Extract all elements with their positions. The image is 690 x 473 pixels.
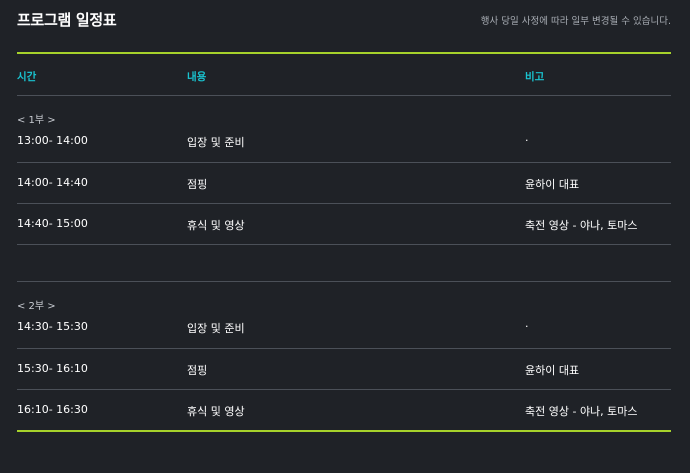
section-label-part1: < 1부 >: [17, 96, 671, 126]
time-cell: 16:10- 16:30: [17, 403, 88, 416]
column-header-content: 내용: [187, 71, 207, 83]
table-row: 16:10- 16:30 휴식 및 영상 축전 영상 - 야나, 토마스: [17, 390, 671, 430]
content-cell: 점핑: [187, 364, 208, 377]
content-cell: 입장 및 준비: [187, 136, 245, 149]
table-row: 14:00- 14:40 점핑 윤하이 대표: [17, 163, 671, 203]
time-cell: 14:40- 15:00: [17, 217, 88, 230]
bottom-accent-divider: [17, 430, 671, 432]
column-header-note: 비고: [525, 71, 545, 83]
note-cell: 축전 영상 - 야나, 토마스: [525, 219, 638, 232]
note-cell: ·: [525, 134, 529, 147]
change-notice: 행사 당일 사정에 따라 일부 변경될 수 있습니다.: [480, 16, 671, 27]
section-label-part2: < 2부 >: [17, 282, 671, 312]
table-row: 14:40- 15:00 휴식 및 영상 축전 영상 - 야나, 토마스: [17, 204, 671, 244]
content-cell: 점핑: [187, 178, 208, 191]
note-cell: ·: [525, 320, 529, 333]
content-cell: 휴식 및 영상: [187, 405, 245, 418]
content-cell: 입장 및 준비: [187, 322, 245, 335]
note-cell: 윤하이 대표: [525, 364, 580, 377]
program-schedule: 프로그램 일정표 행사 당일 사정에 따라 일부 변경될 수 있습니다. 시간 …: [17, 0, 671, 432]
page-title: 프로그램 일정표: [17, 11, 117, 29]
content-cell: 휴식 및 영상: [187, 219, 245, 232]
table-row: 14:30- 15:30 입장 및 준비 ·: [17, 309, 671, 348]
time-cell: 14:00- 14:40: [17, 176, 88, 189]
table-header: 시간 내용 비고: [17, 54, 671, 95]
time-cell: 13:00- 14:00: [17, 134, 88, 147]
table-row: 15:30- 16:10 점핑 윤하이 대표: [17, 349, 671, 389]
time-cell: 15:30- 16:10: [17, 362, 88, 375]
schedule-header: 프로그램 일정표 행사 당일 사정에 따라 일부 변경될 수 있습니다.: [17, 0, 671, 52]
note-cell: 윤하이 대표: [525, 178, 580, 191]
table-row: 13:00- 14:00 입장 및 준비 ·: [17, 123, 671, 162]
note-cell: 축전 영상 - 야나, 토마스: [525, 405, 638, 418]
column-header-time: 시간: [17, 71, 37, 83]
time-cell: 14:30- 15:30: [17, 320, 88, 333]
